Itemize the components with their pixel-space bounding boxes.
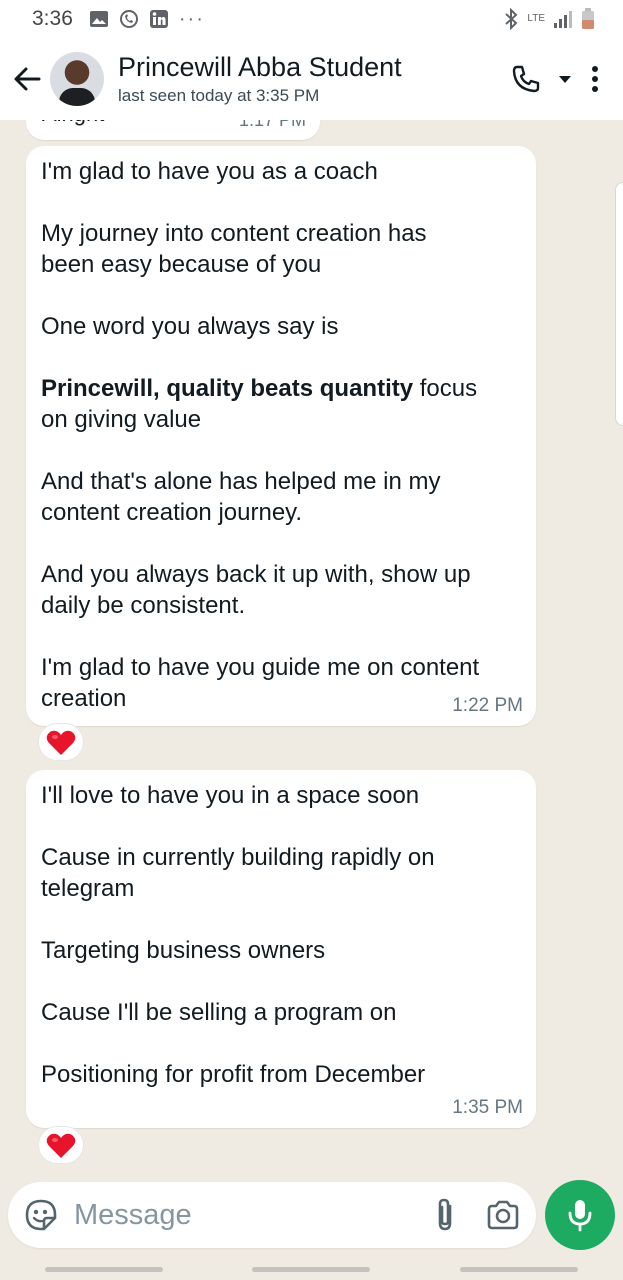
message-text: focus [413, 375, 478, 402]
last-seen-status: last seen today at 3:35 PM [118, 86, 320, 105]
line-break [41, 342, 522, 373]
status-time: 3:36 [32, 7, 73, 30]
status-left: 3:36 ··· [32, 7, 205, 31]
chat-header: Princewill Abba Student last seen today … [0, 38, 623, 120]
line-break [41, 528, 522, 559]
line-break [41, 280, 522, 311]
sticker-button[interactable] [24, 1198, 58, 1232]
message-line: telegram [41, 875, 135, 902]
message-line: Cause I'll be selling a program on [41, 999, 397, 1026]
header-actions [511, 64, 601, 94]
message-line: on giving value [41, 406, 202, 433]
sticker-icon [25, 1199, 57, 1231]
voice-call-button[interactable] [511, 64, 573, 94]
message-line: My journey into content creation has [41, 220, 427, 247]
bluetooth-icon [505, 8, 518, 30]
message-text: Alright [42, 120, 104, 129]
more-vert-icon [592, 66, 598, 92]
message-line: Cause in currently building rapidly on [41, 844, 435, 871]
line-break [41, 435, 522, 466]
message-line: And that's alone has helped me in my [41, 468, 441, 495]
message-input[interactable] [74, 1198, 394, 1232]
message-line: Targeting business owners [41, 937, 326, 964]
offscreen-bubble-edge [615, 182, 623, 426]
avatar[interactable] [50, 52, 104, 106]
voice-message-button[interactable] [545, 1180, 615, 1250]
gallery-notification-icon [89, 11, 108, 27]
mic-icon [568, 1200, 592, 1232]
line-break [41, 811, 522, 842]
network-type: LTE [527, 13, 545, 24]
line-break [41, 904, 522, 935]
message-time: 1:17 PM [238, 120, 306, 130]
signal-icon [554, 11, 572, 28]
camera-icon [487, 1200, 519, 1230]
system-nav-bar [0, 1258, 623, 1280]
phone-icon [512, 65, 540, 93]
message-line: been easy because of you [41, 251, 322, 278]
heart-icon [46, 1133, 76, 1158]
status-bar: 3:36 ··· LTE [0, 0, 623, 38]
camera-button[interactable] [486, 1200, 520, 1230]
message-line: daily be consistent. [41, 592, 246, 619]
chat-area[interactable]: Alright 1:17 PM I'm glad to have you as … [0, 120, 623, 1170]
more-notifications-icon: ··· [178, 7, 205, 30]
contact-name: Princewill Abba Student [118, 52, 402, 82]
line-break [41, 966, 522, 997]
heart-icon [46, 730, 76, 755]
previous-message-bubble[interactable]: Alright 1:17 PM [26, 120, 320, 140]
back-arrow-icon [14, 67, 41, 91]
message-line: One word you always say is [41, 313, 339, 340]
line-break [41, 621, 522, 652]
dropdown-caret-icon [559, 76, 571, 83]
back-button[interactable] [4, 56, 50, 102]
reaction-badge[interactable] [38, 723, 84, 761]
message-line: content creation journey. [41, 499, 303, 526]
whatsapp-notification-icon [119, 10, 138, 28]
bold-text: Princewill, quality beats quantity [41, 375, 414, 402]
nav-back[interactable] [460, 1266, 579, 1272]
attach-button[interactable] [430, 1197, 460, 1233]
reaction-badge[interactable] [38, 1126, 84, 1164]
more-options-button[interactable] [589, 64, 601, 94]
linkedin-notification-icon [149, 10, 168, 28]
status-right: LTE [503, 8, 595, 30]
message-line: Princewill, quality beats quantity focus [41, 373, 522, 404]
message-time: 1:35 PM [452, 1097, 523, 1118]
battery-icon [582, 8, 594, 29]
message-composer [8, 1182, 536, 1248]
line-break [41, 1028, 522, 1059]
nav-recent-apps[interactable] [44, 1266, 163, 1272]
message-time: 1:22 PM [452, 695, 523, 716]
message-bubble[interactable]: I'll love to have you in a space soon Ca… [26, 770, 536, 1128]
message-line: I'm glad to have you as a coach [41, 158, 378, 185]
message-line: I'll love to have you in a space soon [41, 782, 420, 809]
contact-info[interactable]: Princewill Abba Student last seen today … [118, 52, 511, 106]
nav-home[interactable] [252, 1266, 371, 1272]
line-break [41, 187, 522, 218]
message-line: And you always back it up with, show up [41, 561, 471, 588]
paperclip-icon [438, 1198, 452, 1231]
message-bubble[interactable]: I'm glad to have you as a coach My journ… [26, 146, 536, 726]
message-line: I'm glad to have you guide me on content [41, 654, 480, 681]
message-line: Positioning for profit from December [41, 1061, 426, 1088]
message-line: creation [41, 685, 127, 712]
